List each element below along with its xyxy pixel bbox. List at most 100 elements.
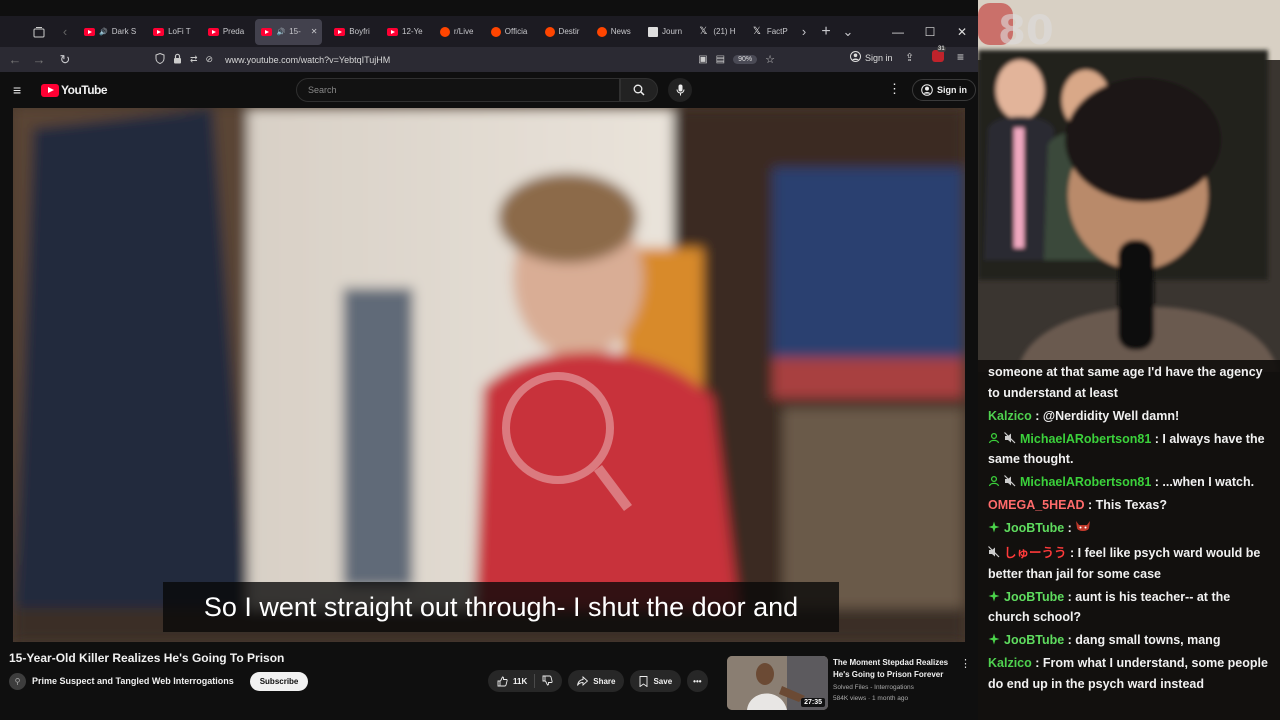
minimize-icon[interactable]: — (882, 16, 914, 47)
youtube-header: ≡ YouTube Search ⋮ Sign in (0, 72, 978, 108)
chat-username[interactable]: MichaelARobertson81 (1020, 432, 1151, 446)
browser-tab[interactable]: 𝕏 FactP (747, 19, 793, 45)
recommended-menu-icon[interactable]: ⋮ (960, 657, 971, 670)
browser-tab[interactable]: Journ (642, 19, 687, 45)
browser-tab[interactable]: 🔊 15- ✕ (255, 18, 323, 45)
more-options-icon[interactable]: ⋮ (888, 81, 901, 97)
tab-overview-icon[interactable] (28, 21, 50, 43)
address-bar[interactable]: ⇄ ⊘ www.youtube.com/watch?v=YebtqITujHM … (155, 49, 775, 70)
tracking-off-icon[interactable]: ⊘ (206, 54, 214, 65)
browser-tab[interactable]: r/Live (434, 19, 479, 45)
zoom-level-badge[interactable]: 90% (733, 55, 758, 64)
search-icon (633, 84, 645, 96)
chat-message: MichaelARobertson81 : ...when I watch. (988, 472, 1272, 493)
youtube-logo[interactable]: YouTube (41, 83, 108, 97)
maximize-icon[interactable]: ☐ (914, 16, 946, 47)
chat-separator: : (1031, 656, 1043, 670)
youtube-favicon-icon (334, 27, 346, 36)
chat-separator: : (1084, 498, 1096, 512)
permissions-icon[interactable]: ⇄ (190, 54, 198, 65)
browser-tab[interactable]: 12-Ye (381, 19, 428, 45)
tab-label: Boyfri (349, 27, 370, 36)
chat-message: JooBTube : dang small towns, mang (988, 630, 1272, 651)
recommended-title[interactable]: The Moment Stepdad Realizes He's Going t… (833, 657, 953, 681)
recommended-video[interactable]: 27:35 The Moment Stepdad Realizes He's G… (727, 656, 977, 710)
extension-badge-count: 31 (937, 46, 946, 52)
chat-username[interactable]: JooBTube (1004, 521, 1064, 535)
list-all-tabs-icon[interactable]: ⌄ (837, 21, 859, 43)
picture-in-picture-icon[interactable]: ▣ (698, 54, 707, 65)
reddit-favicon-icon (596, 26, 607, 37)
reddit-favicon-icon (544, 26, 555, 37)
chat-message: someone at that same age I'd have the ag… (988, 362, 1272, 403)
browser-tab[interactable]: Destir (539, 19, 585, 45)
video-player[interactable]: So I went straight out through- I shut t… (13, 108, 965, 642)
chat-username[interactable]: Kalzico (988, 409, 1032, 423)
browser-tab[interactable]: Preda (202, 19, 250, 45)
tab-label: Officia (504, 27, 528, 36)
chat-username[interactable]: JooBTube (1004, 590, 1064, 604)
url-text[interactable]: www.youtube.com/watch?v=YebtqITujHM (225, 55, 390, 65)
muted-badge-icon (988, 544, 1000, 558)
browser-tab[interactable]: Officia (485, 19, 533, 45)
close-window-icon[interactable]: ✕ (946, 16, 978, 47)
close-tab-icon[interactable]: ✕ (311, 27, 318, 36)
audio-playing-icon[interactable]: 🔊 (99, 28, 108, 36)
chat-username[interactable]: しゅーうう (1004, 546, 1067, 560)
chat-username[interactable]: Kalzico (988, 656, 1032, 670)
forward-icon[interactable]: → (28, 49, 50, 71)
chat-message: しゅーうう : I feel like psych ward would be … (988, 543, 1272, 584)
browser-tab[interactable]: LoFi T (147, 19, 196, 45)
ublock-extension-icon[interactable]: 31 (932, 46, 946, 62)
browser-tab[interactable]: 🔊 Dark S (78, 19, 141, 45)
recommended-meta: Solved Files - Interrogations 584K views… (833, 682, 953, 704)
channel-avatar[interactable]: ⚲ (9, 672, 26, 690)
share-button[interactable]: Share (568, 670, 625, 692)
svg-text:80: 80 (998, 8, 1054, 54)
youtube-play-logo-icon (41, 83, 59, 97)
video-caption: So I went straight out through- I shut t… (163, 582, 839, 632)
person-badge-icon (988, 430, 1000, 443)
like-button[interactable]: 11K (497, 676, 527, 687)
tab-scroll-right-icon[interactable]: › (793, 21, 815, 43)
browser-tab[interactable]: Boyfri (328, 19, 375, 45)
browser-window: ‹ 🔊 Dark S LoFi T Preda 🔊 15- ✕ Boyfri 12-Ye r/Li… (0, 0, 978, 720)
new-tab-icon[interactable]: + (815, 21, 837, 43)
bookmark-star-icon[interactable]: ☆ (765, 53, 775, 66)
app-menu-icon[interactable]: ≡ (957, 50, 964, 64)
extensions-icon[interactable]: ⇪ (905, 51, 914, 64)
browser-tab[interactable]: 𝕏 (21) H (693, 19, 740, 45)
hamburger-menu-icon[interactable]: ≡ (13, 82, 21, 98)
youtube-favicon-icon (84, 27, 95, 36)
shield-icon[interactable] (155, 52, 165, 66)
recommended-thumbnail[interactable]: 27:35 (727, 656, 828, 710)
more-actions-button[interactable]: ••• (687, 670, 708, 692)
subscribe-button[interactable]: Subscribe (249, 671, 309, 691)
lock-icon[interactable] (173, 53, 182, 66)
back-icon[interactable]: ← (4, 49, 26, 71)
save-button[interactable]: Save (630, 670, 682, 692)
firefox-account-button[interactable]: Sign in (850, 51, 893, 64)
youtube-favicon-icon (207, 27, 219, 36)
chat-text: ...when I watch. (1162, 475, 1255, 489)
browser-tab[interactable]: News (591, 19, 636, 45)
thumbs-down-icon (542, 675, 553, 685)
channel-name[interactable]: Prime Suspect and Tangled Web Interrogat… (32, 676, 234, 686)
chat-message: Kalzico : From what I understand, some p… (988, 653, 1272, 694)
tab-scroll-left-icon[interactable]: ‹ (54, 21, 76, 43)
share-label: Share (593, 676, 616, 686)
voice-search-button[interactable] (668, 78, 692, 102)
dislike-button[interactable] (542, 675, 553, 688)
search-button[interactable] (620, 78, 658, 102)
search-input[interactable]: Search (296, 78, 620, 102)
navigation-toolbar: ← → ↻ ⇄ ⊘ www.youtube.com/watch?v=YebtqI… (0, 46, 978, 72)
chat-username[interactable]: MichaelARobertson81 (1020, 475, 1151, 489)
webcam-image: 80 (978, 0, 1280, 372)
youtube-signin-button[interactable]: Sign in (912, 79, 976, 101)
recommended-channel[interactable]: Solved Files - Interrogations (833, 682, 953, 693)
audio-playing-icon[interactable]: 🔊 (276, 28, 285, 36)
reload-icon[interactable]: ↻ (54, 49, 76, 71)
chat-username[interactable]: OMEGA_5HEAD (988, 498, 1085, 512)
chat-username[interactable]: JooBTube (1004, 633, 1064, 647)
reader-view-icon[interactable]: ▤ (716, 54, 725, 65)
